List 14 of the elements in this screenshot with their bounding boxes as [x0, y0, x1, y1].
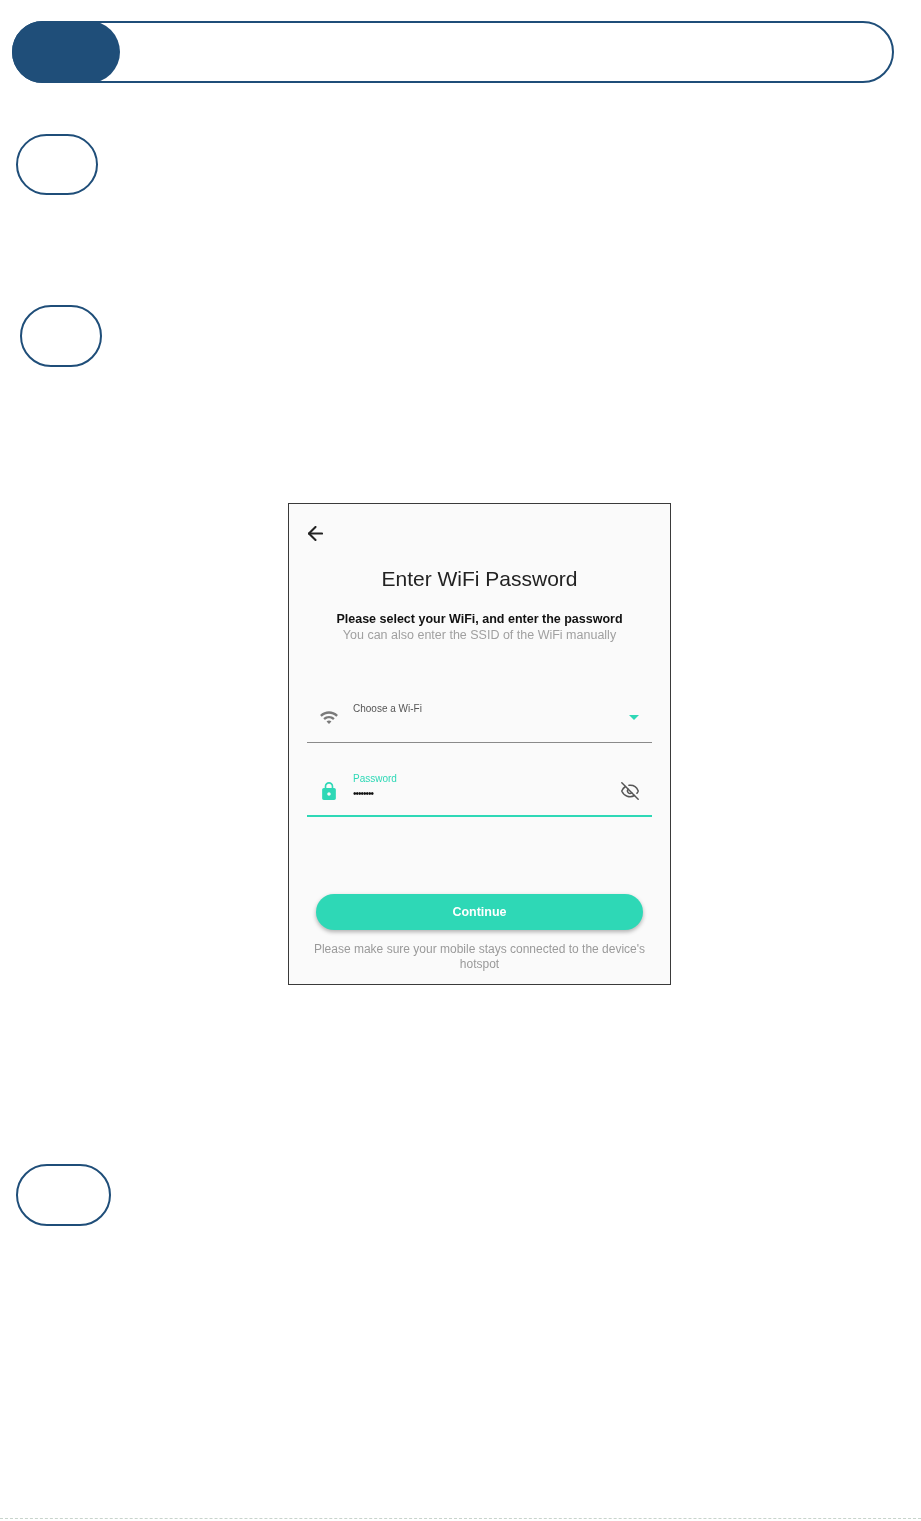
- eye-off-icon[interactable]: [621, 782, 639, 800]
- wifi-dropdown-field[interactable]: Choose a Wi-Fi: [307, 693, 652, 743]
- hotspot-note: Please make sure your mobile stays connected to the device's hotspot: [312, 942, 647, 972]
- lock-icon: [322, 782, 336, 800]
- field-label: Choose a Wi-Fi: [353, 703, 423, 715]
- screen-subtitle: Please select your WiFi, and enter the password: [335, 611, 624, 627]
- password-value: ••••••••: [353, 787, 375, 801]
- screen-hint: You can also enter the SSID of the WiFi manually: [341, 627, 618, 643]
- back-arrow-icon[interactable]: [308, 526, 323, 541]
- wifi-icon: [320, 711, 338, 724]
- field-label: Password: [353, 773, 398, 785]
- screen-title: Enter WiFi Password: [380, 566, 579, 592]
- password-field[interactable]: Password ••••••••: [307, 767, 652, 817]
- dropdown-caret-icon: [629, 715, 639, 720]
